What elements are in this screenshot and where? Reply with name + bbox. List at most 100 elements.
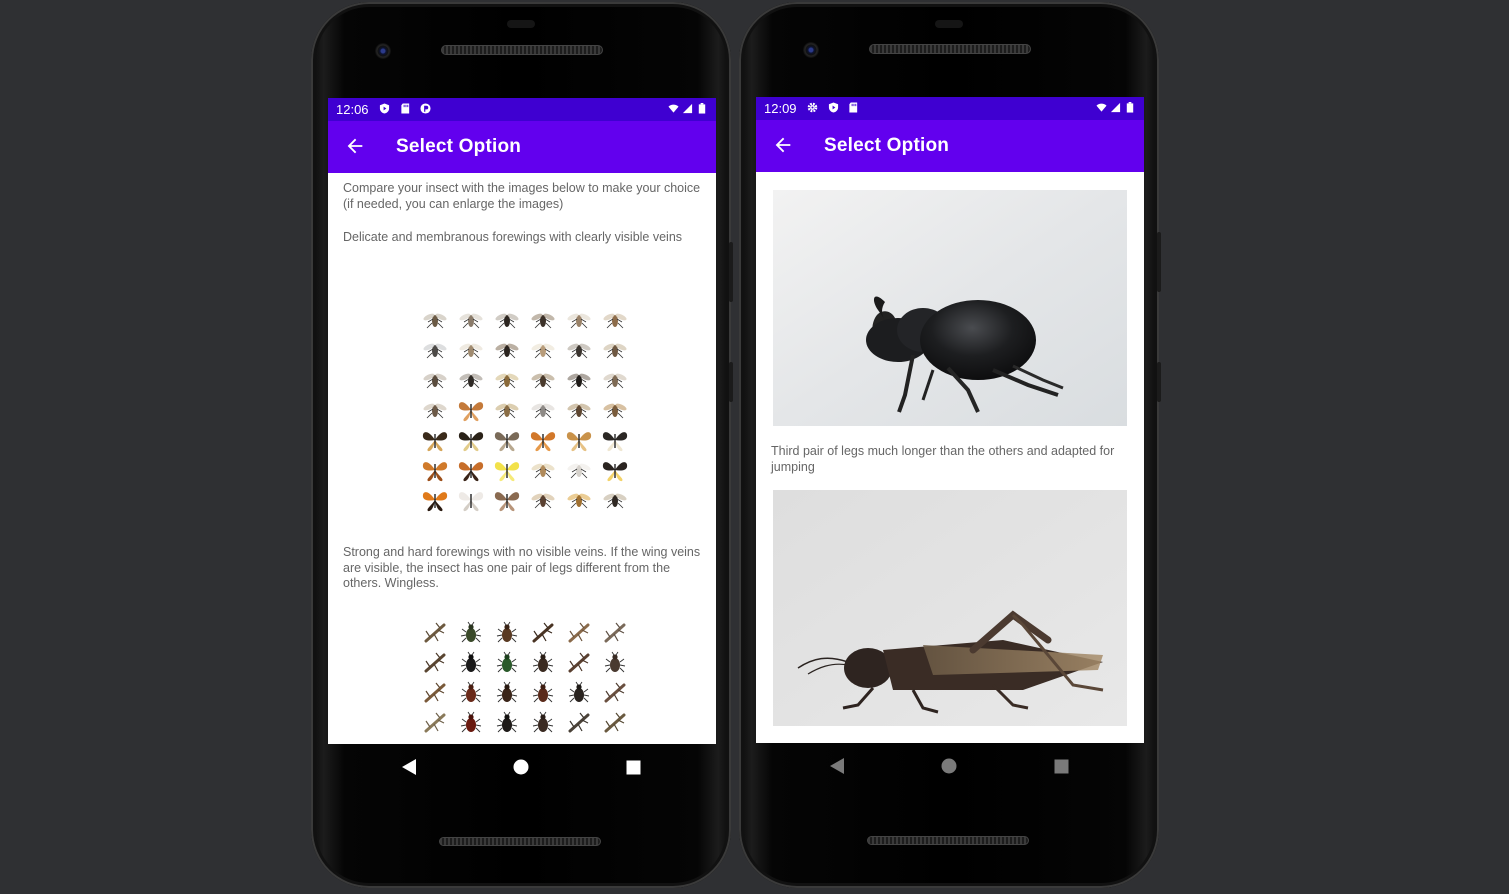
beetle-thumbnail [597, 648, 633, 678]
recents-square-icon[interactable] [626, 760, 641, 775]
winged-insect-thumbnail [525, 365, 561, 395]
beetle-thumbnail [561, 708, 597, 738]
winged-insect-thumbnail [489, 335, 525, 365]
winged-insect-thumbnail [417, 305, 453, 335]
winged-insects-collage[interactable] [417, 305, 633, 515]
winged-insect-thumbnail [561, 365, 597, 395]
arrow-back-icon[interactable] [344, 135, 366, 157]
sd-card-icon [401, 103, 410, 114]
winged-insect-thumbnail [597, 425, 633, 455]
winged-insect-thumbnail [453, 335, 489, 365]
winged-insect-thumbnail [525, 335, 561, 365]
screen: 12:06 Select Option Compare your insect … [328, 98, 716, 744]
beetle-thumbnail [561, 648, 597, 678]
recents-square-icon[interactable] [1054, 759, 1069, 774]
sd-card-icon [849, 102, 858, 113]
beetle-thumbnail [417, 708, 453, 738]
signal-icon [1110, 102, 1121, 113]
app-bar: Select Option [328, 121, 716, 173]
battery-icon [1126, 102, 1134, 113]
winged-insect-thumbnail [561, 425, 597, 455]
status-bar: 12:09 [756, 97, 1144, 120]
front-camera [375, 43, 391, 59]
winged-insect-thumbnail [453, 365, 489, 395]
winged-insect-thumbnail [525, 395, 561, 425]
navigation-bar [756, 743, 1144, 788]
beetle-thumbnail [525, 708, 561, 738]
wifi-icon [1096, 103, 1107, 112]
rhinoceros-beetle-photo[interactable] [773, 190, 1127, 426]
winged-insect-thumbnail [561, 335, 597, 365]
winged-insect-thumbnail [525, 305, 561, 335]
winged-insect-thumbnail [417, 425, 453, 455]
winged-insect-thumbnail [597, 455, 633, 485]
option-2-text[interactable]: Strong and hard forewings with no visibl… [343, 545, 701, 592]
winged-insect-thumbnail [453, 455, 489, 485]
winged-insect-thumbnail [597, 305, 633, 335]
winged-insect-thumbnail [597, 365, 633, 395]
app-bar: Select Option [756, 120, 1144, 172]
beetle-thumbnail [417, 678, 453, 708]
back-triangle-icon[interactable] [401, 758, 417, 776]
home-circle-icon[interactable] [941, 758, 957, 774]
winged-insect-thumbnail [525, 485, 561, 515]
shield-play-icon [379, 103, 390, 114]
status-bar: 12:06 [328, 98, 716, 121]
power-button [1157, 362, 1161, 402]
bottom-speaker-grille [867, 836, 1029, 845]
volume-button [729, 242, 733, 302]
winged-insect-thumbnail [417, 365, 453, 395]
shield-play-icon [828, 102, 839, 113]
phone-right: 12:09 Select Option Third pair of legs m… [739, 2, 1161, 888]
options-list: Compare your insect with the images belo… [328, 173, 716, 744]
navigation-bar [328, 744, 716, 789]
beetle-thumbnail [489, 648, 525, 678]
home-circle-icon[interactable] [513, 759, 529, 775]
bottom-speaker-grille [439, 837, 601, 846]
grasshopper-photo[interactable] [773, 490, 1127, 726]
power-button [729, 362, 733, 402]
winged-insect-thumbnail [525, 455, 561, 485]
arrow-back-icon[interactable] [772, 134, 794, 156]
beetle-thumbnail [561, 618, 597, 648]
status-time: 12:09 [764, 101, 797, 116]
beetle-thumbnail [525, 678, 561, 708]
wifi-icon [668, 104, 679, 113]
beetle-thumbnail [489, 708, 525, 738]
winged-insect-thumbnail [561, 395, 597, 425]
front-camera [803, 42, 819, 58]
status-time: 12:06 [336, 102, 369, 117]
option-1-text[interactable]: Delicate and membranous forewings with c… [343, 230, 701, 246]
winged-insect-thumbnail [597, 485, 633, 515]
beetle-thumbnail [597, 618, 633, 648]
beetle-thumbnail [417, 648, 453, 678]
winged-insect-thumbnail [489, 305, 525, 335]
beetle-thumbnail [453, 618, 489, 648]
option-2-text[interactable]: Third pair of legs much longer than the … [771, 444, 1129, 475]
beetle-thumbnail [417, 618, 453, 648]
winged-insect-thumbnail [417, 395, 453, 425]
winged-insect-thumbnail [453, 395, 489, 425]
winged-insect-thumbnail [417, 485, 453, 515]
winged-insect-thumbnail [453, 485, 489, 515]
top-speaker-grille [441, 45, 603, 55]
signal-icon [682, 103, 693, 114]
winged-insect-thumbnail [561, 305, 597, 335]
winged-insect-thumbnail [597, 395, 633, 425]
volume-button [1157, 232, 1161, 292]
winged-insect-thumbnail [561, 485, 597, 515]
page-title: Select Option [824, 135, 950, 156]
intro-text: Compare your insect with the images belo… [343, 181, 701, 211]
winged-insect-thumbnail [489, 455, 525, 485]
winged-insect-thumbnail [561, 455, 597, 485]
top-speaker-grille [869, 44, 1031, 54]
page-title: Select Option [396, 136, 522, 157]
beetle-thumbnail [597, 678, 633, 708]
back-triangle-icon[interactable] [829, 757, 845, 775]
winged-insect-thumbnail [453, 425, 489, 455]
beetle-thumbnail [489, 678, 525, 708]
options-list: Third pair of legs much longer than the … [756, 172, 1144, 743]
gear-icon [807, 102, 818, 113]
beetles-bugs-collage[interactable] [417, 618, 633, 738]
winged-insect-thumbnail [597, 335, 633, 365]
